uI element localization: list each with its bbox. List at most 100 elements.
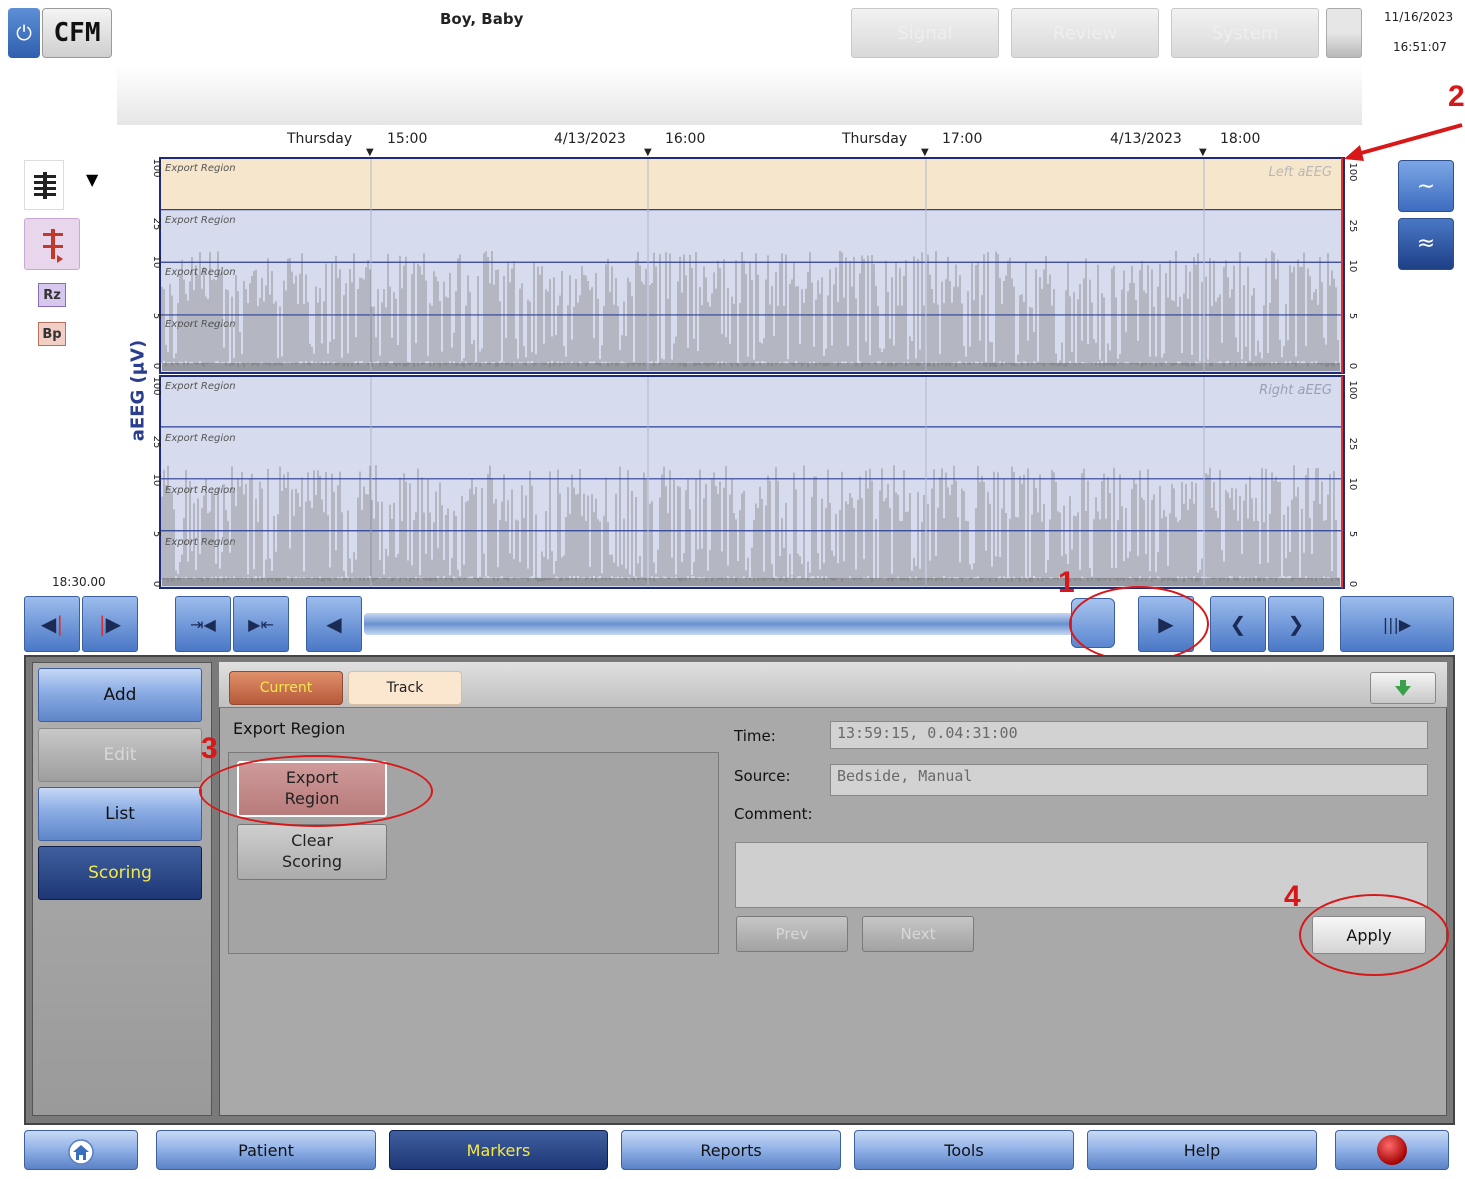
tab-signal[interactable]: Signal [851, 8, 999, 58]
button-label: Scoring [281, 852, 343, 871]
page-forward-button[interactable]: ❯ [1268, 596, 1324, 652]
prev-marker-button[interactable]: ◀| [24, 596, 80, 652]
record-button[interactable] [1335, 1130, 1449, 1170]
home-icon [68, 1139, 94, 1165]
current-date: 11/16/2023 [1384, 10, 1454, 24]
y-tick-label: 0 [1347, 363, 1358, 369]
annotation-circle [1299, 894, 1449, 976]
double-trace-button[interactable]: ≈ [1398, 218, 1454, 270]
annotation-number: 3 [201, 732, 218, 765]
y-tick-label: 5 [151, 313, 162, 319]
nav-help[interactable]: Help [1087, 1130, 1317, 1170]
time-label: Time: [734, 727, 776, 745]
channel-name: Left aEEG [1268, 165, 1332, 180]
nav-tools[interactable]: Tools [854, 1130, 1074, 1170]
layout-icon [34, 172, 56, 199]
scroll-left-button[interactable]: ◀ [306, 596, 362, 652]
export-region-label: Export Region [165, 267, 236, 278]
scale-tool-button[interactable] [24, 218, 80, 270]
annotation-arrow [1344, 123, 1463, 161]
source-field: Bedside, Manual [830, 764, 1428, 796]
aeeg-trace-floor [162, 363, 1340, 371]
green-arrow-icon [1395, 680, 1411, 696]
home-button[interactable] [24, 1130, 138, 1170]
tab-current[interactable]: Current [229, 671, 343, 705]
scoring-button[interactable]: Scoring [38, 846, 202, 900]
wave-icon: ∼ [1416, 173, 1436, 199]
timeline-slider[interactable] [364, 613, 1091, 635]
bp-label: Bp [42, 326, 62, 342]
aeeg-trace-floor [162, 578, 1340, 586]
layout-tool-button[interactable] [24, 160, 64, 210]
next-button[interactable]: Next [862, 916, 974, 952]
next-marker-button[interactable]: |▶ [82, 596, 138, 652]
time-axis-label: 17:00 [942, 131, 983, 147]
button-label: Clear [291, 831, 333, 851]
y-tick-label: 10 [151, 474, 162, 487]
chevron-down-icon[interactable]: ▼ [86, 170, 98, 189]
export-region-label: Export Region [165, 485, 236, 496]
y-tick-label: 5 [1347, 313, 1358, 319]
annotation-number: 1 [1058, 566, 1075, 599]
export-region-label: Export Region [165, 215, 236, 226]
add-button[interactable]: Add [38, 668, 202, 722]
page-back-button[interactable]: ❮ [1210, 596, 1266, 652]
time-axis-label: 18:00 [1220, 131, 1261, 147]
double-left-icon: ❮ [1229, 612, 1247, 636]
nav-patient[interactable]: Patient [156, 1130, 376, 1170]
collapse-panel-button[interactable] [1370, 672, 1436, 704]
y-tick-label: 0 [151, 581, 162, 587]
nav-markers[interactable]: Markers [389, 1130, 608, 1170]
bandpass-button[interactable]: Bp [38, 322, 66, 346]
current-time: 16:51:07 [1393, 40, 1447, 54]
marker-left-icon: ◀| [40, 612, 64, 636]
mode-extra-button[interactable] [1326, 8, 1362, 58]
y-tick-label: 25 [1347, 438, 1358, 451]
arrow-left-icon: ◀ [326, 612, 342, 636]
time-axis-label: 4/13/2023 [554, 131, 626, 147]
comment-input[interactable] [735, 842, 1428, 908]
y-tick-label: 10 [151, 256, 162, 269]
go-to-end-icon: |||▶ [1382, 614, 1412, 634]
time-axis-label: Thursday [287, 131, 353, 147]
y-tick-label: 100 [151, 158, 162, 177]
list-button[interactable]: List [38, 787, 202, 841]
tab-system[interactable]: System [1171, 8, 1319, 58]
zoom-in-button[interactable]: ⇥◀ [175, 596, 231, 652]
y-tick-label: 25 [1347, 220, 1358, 233]
double-right-icon: ❯ [1287, 612, 1305, 636]
time-field: 13:59:15, 0.04:31:00 [830, 721, 1428, 749]
y-tick-label: 5 [1347, 531, 1358, 537]
prev-button[interactable]: Prev [736, 916, 848, 952]
left-aeeg-channel: Left aEEG [159, 157, 1345, 374]
patient-name: Boy, Baby [440, 10, 524, 28]
time-axis-label: 15:00 [387, 131, 428, 147]
aeeg-chart: Left aEEG Right aEEG Export Region Expor… [151, 157, 1358, 589]
annotation-number: 4 [1284, 880, 1301, 913]
nav-reports[interactable]: Reports [621, 1130, 841, 1170]
export-region-label: Export Region [165, 319, 236, 330]
expand-icon: ▶⇤ [248, 614, 274, 634]
impedance-button[interactable]: Rz [38, 283, 66, 307]
edit-button[interactable]: Edit [38, 728, 202, 782]
scale-arrows-icon [43, 229, 63, 263]
export-region-label: Export Region [165, 537, 236, 548]
clear-scoring-button[interactable]: Clear Scoring [237, 824, 387, 880]
source-label: Source: [734, 767, 791, 785]
y-tick-label: 10 [1347, 478, 1358, 491]
power-button[interactable]: ⏻ [8, 8, 40, 58]
time-axis-label: Thursday [842, 131, 908, 147]
header-band [117, 65, 1362, 125]
export-region-highlight [160, 158, 1344, 210]
go-live-button[interactable]: |||▶ [1340, 596, 1454, 652]
y-tick-label: 25 [151, 218, 162, 231]
cfm-button[interactable]: CFM [42, 8, 112, 58]
annotation-number: 2 [1448, 80, 1465, 113]
cursor-time: 18:30.00 [52, 575, 106, 589]
zoom-out-button[interactable]: ▶⇤ [233, 596, 289, 652]
export-region-label: Export Region [165, 163, 236, 174]
tab-track[interactable]: Track [348, 671, 462, 705]
y-tick-label: 100 [151, 376, 162, 395]
tab-review[interactable]: Review [1011, 8, 1159, 58]
y-tick-label: 0 [1347, 581, 1358, 587]
